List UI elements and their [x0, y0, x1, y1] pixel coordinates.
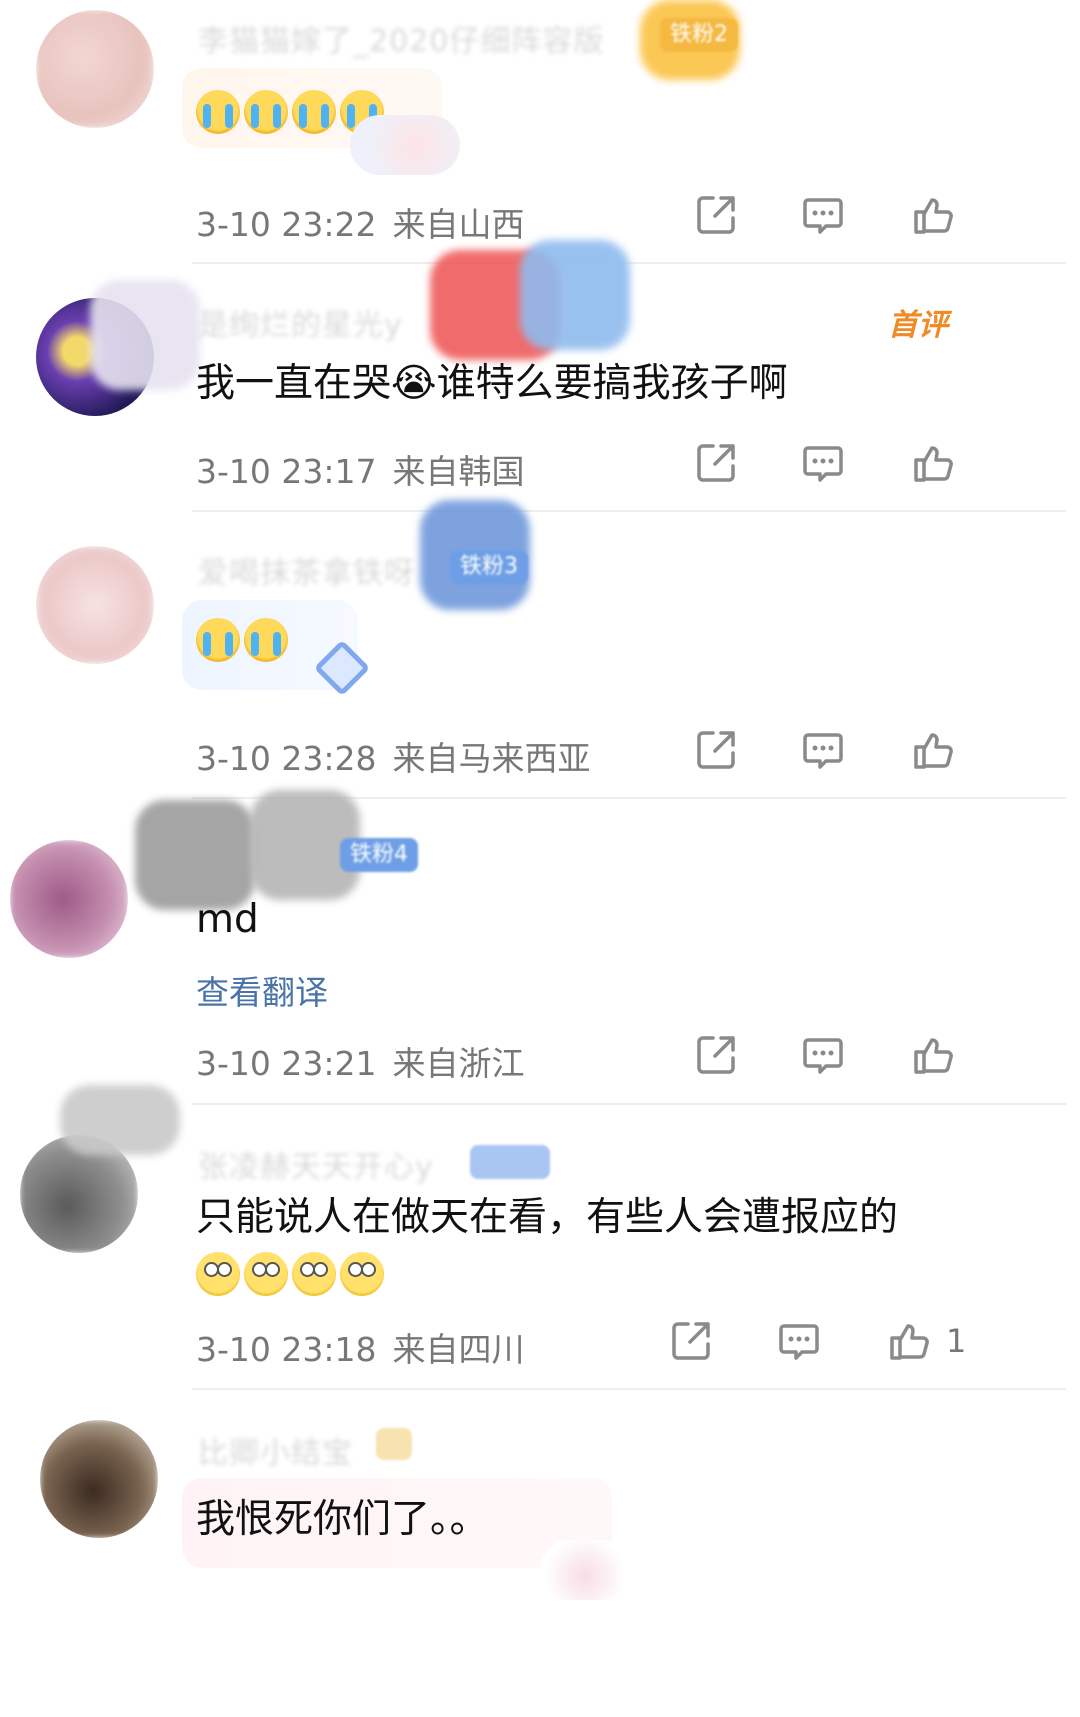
share-button[interactable]: [693, 192, 739, 238]
comment-icon: [803, 446, 843, 482]
comment-time: 3-10 23:22: [196, 205, 377, 244]
divider: [192, 1388, 1066, 1390]
comment-text: 只能说人在做天在看，有些人会遭报应的: [196, 1195, 899, 1240]
comment-button[interactable]: [800, 727, 846, 773]
comment-time: 3-10 23:17: [196, 452, 377, 491]
comment-time: 3-10 23:18: [196, 1330, 377, 1369]
loudly-crying-emoji-icon: [244, 89, 288, 134]
comment-location: 来自韩国: [392, 452, 525, 491]
username[interactable]: 爱喝抹茶拿铁呀: [198, 548, 415, 592]
comment-button[interactable]: [776, 1318, 822, 1364]
comment-icon: [803, 198, 843, 234]
avatar[interactable]: [40, 1420, 158, 1538]
fan-badge: 铁粉4: [340, 838, 418, 872]
comment-emoji-row: [196, 1246, 388, 1298]
eye-roll-emoji-icon: [196, 1251, 240, 1296]
thumbs-up-icon: [914, 733, 953, 769]
comment-icon: [803, 733, 843, 769]
username[interactable]: 是绚烂的星光y: [198, 300, 403, 344]
bubble-mascot-icon: [350, 115, 460, 175]
eye-roll-emoji-icon: [340, 1251, 384, 1296]
like-button[interactable]: [886, 1318, 932, 1364]
loudly-crying-emoji-icon: [196, 617, 240, 662]
comment-meta: 3-10 23:18 来自四川: [196, 1323, 525, 1371]
comment-button[interactable]: [800, 1032, 846, 1078]
share-icon: [697, 731, 735, 769]
fan-badge: 铁粉2: [660, 18, 738, 52]
avatar[interactable]: [36, 10, 154, 128]
comment-button[interactable]: [800, 192, 846, 238]
comment-meta: 3-10 23:17 来自韩国: [196, 445, 525, 493]
comment-button[interactable]: [800, 440, 846, 486]
share-button[interactable]: [693, 727, 739, 773]
comment-time: 3-10 23:21: [196, 1044, 377, 1083]
username-crown-icon: [376, 1428, 412, 1460]
username[interactable]: 比卿小结宝: [198, 1428, 353, 1472]
share-icon: [697, 1036, 735, 1074]
comment-location: 来自山西: [392, 205, 525, 244]
comment-meta: 3-10 23:21 来自浙江: [196, 1037, 525, 1085]
fan-badge: [470, 1145, 550, 1179]
share-button[interactable]: [668, 1318, 714, 1364]
eye-roll-emoji-icon: [244, 1251, 288, 1296]
avatar[interactable]: [10, 840, 128, 958]
first-comment-tag: 首评: [888, 308, 948, 343]
loudly-crying-emoji-icon: [196, 89, 240, 134]
eye-roll-emoji-icon: [292, 1251, 336, 1296]
thumbs-up-icon: [914, 446, 953, 482]
like-button[interactable]: [910, 727, 956, 773]
comment-meta: 3-10 23:28 来自马来西亚: [196, 732, 591, 780]
comment-meta: 3-10 23:22 来自山西: [196, 198, 525, 246]
like-button[interactable]: [910, 1032, 956, 1078]
comment-text: 我恨死你们了。。: [196, 1497, 489, 1542]
divider: [192, 510, 1066, 512]
comment-location: 来自四川: [392, 1330, 525, 1369]
share-icon: [697, 196, 735, 234]
comment-text: md: [196, 897, 259, 942]
username[interactable]: 张凌赫天天开心y: [198, 1142, 434, 1186]
share-button[interactable]: [693, 1032, 739, 1078]
comment-location: 来自马来西亚: [392, 739, 591, 778]
fan-badge: 铁粉3: [450, 550, 528, 584]
like-button[interactable]: [910, 440, 956, 486]
loudly-crying-emoji-icon: [292, 89, 336, 134]
share-button[interactable]: [693, 440, 739, 486]
like-count: 1: [946, 1322, 967, 1360]
divider: [192, 1103, 1066, 1105]
bubble-crane-icon: [540, 1540, 630, 1600]
username[interactable]: 李猫猫嫁了_2020仔细阵容版: [198, 16, 604, 60]
share-icon: [672, 1322, 710, 1360]
comment-icon: [803, 1038, 843, 1074]
share-icon: [697, 444, 735, 482]
comment-emoji-row: [196, 612, 292, 664]
comment-location: 来自浙江: [392, 1044, 525, 1083]
thumbs-up-icon: [914, 1038, 953, 1074]
translate-link[interactable]: 查看翻译: [196, 966, 328, 1014]
thumbs-up-icon: [890, 1324, 929, 1360]
like-button[interactable]: [910, 192, 956, 238]
avatar[interactable]: [36, 546, 154, 664]
thumbs-up-icon: [914, 198, 953, 234]
loudly-crying-emoji-icon: [244, 617, 288, 662]
comment-icon: [779, 1324, 819, 1360]
comment-text: 我一直在哭😭谁特么要搞我孩子啊: [196, 361, 788, 406]
comment-time: 3-10 23:28: [196, 739, 377, 778]
